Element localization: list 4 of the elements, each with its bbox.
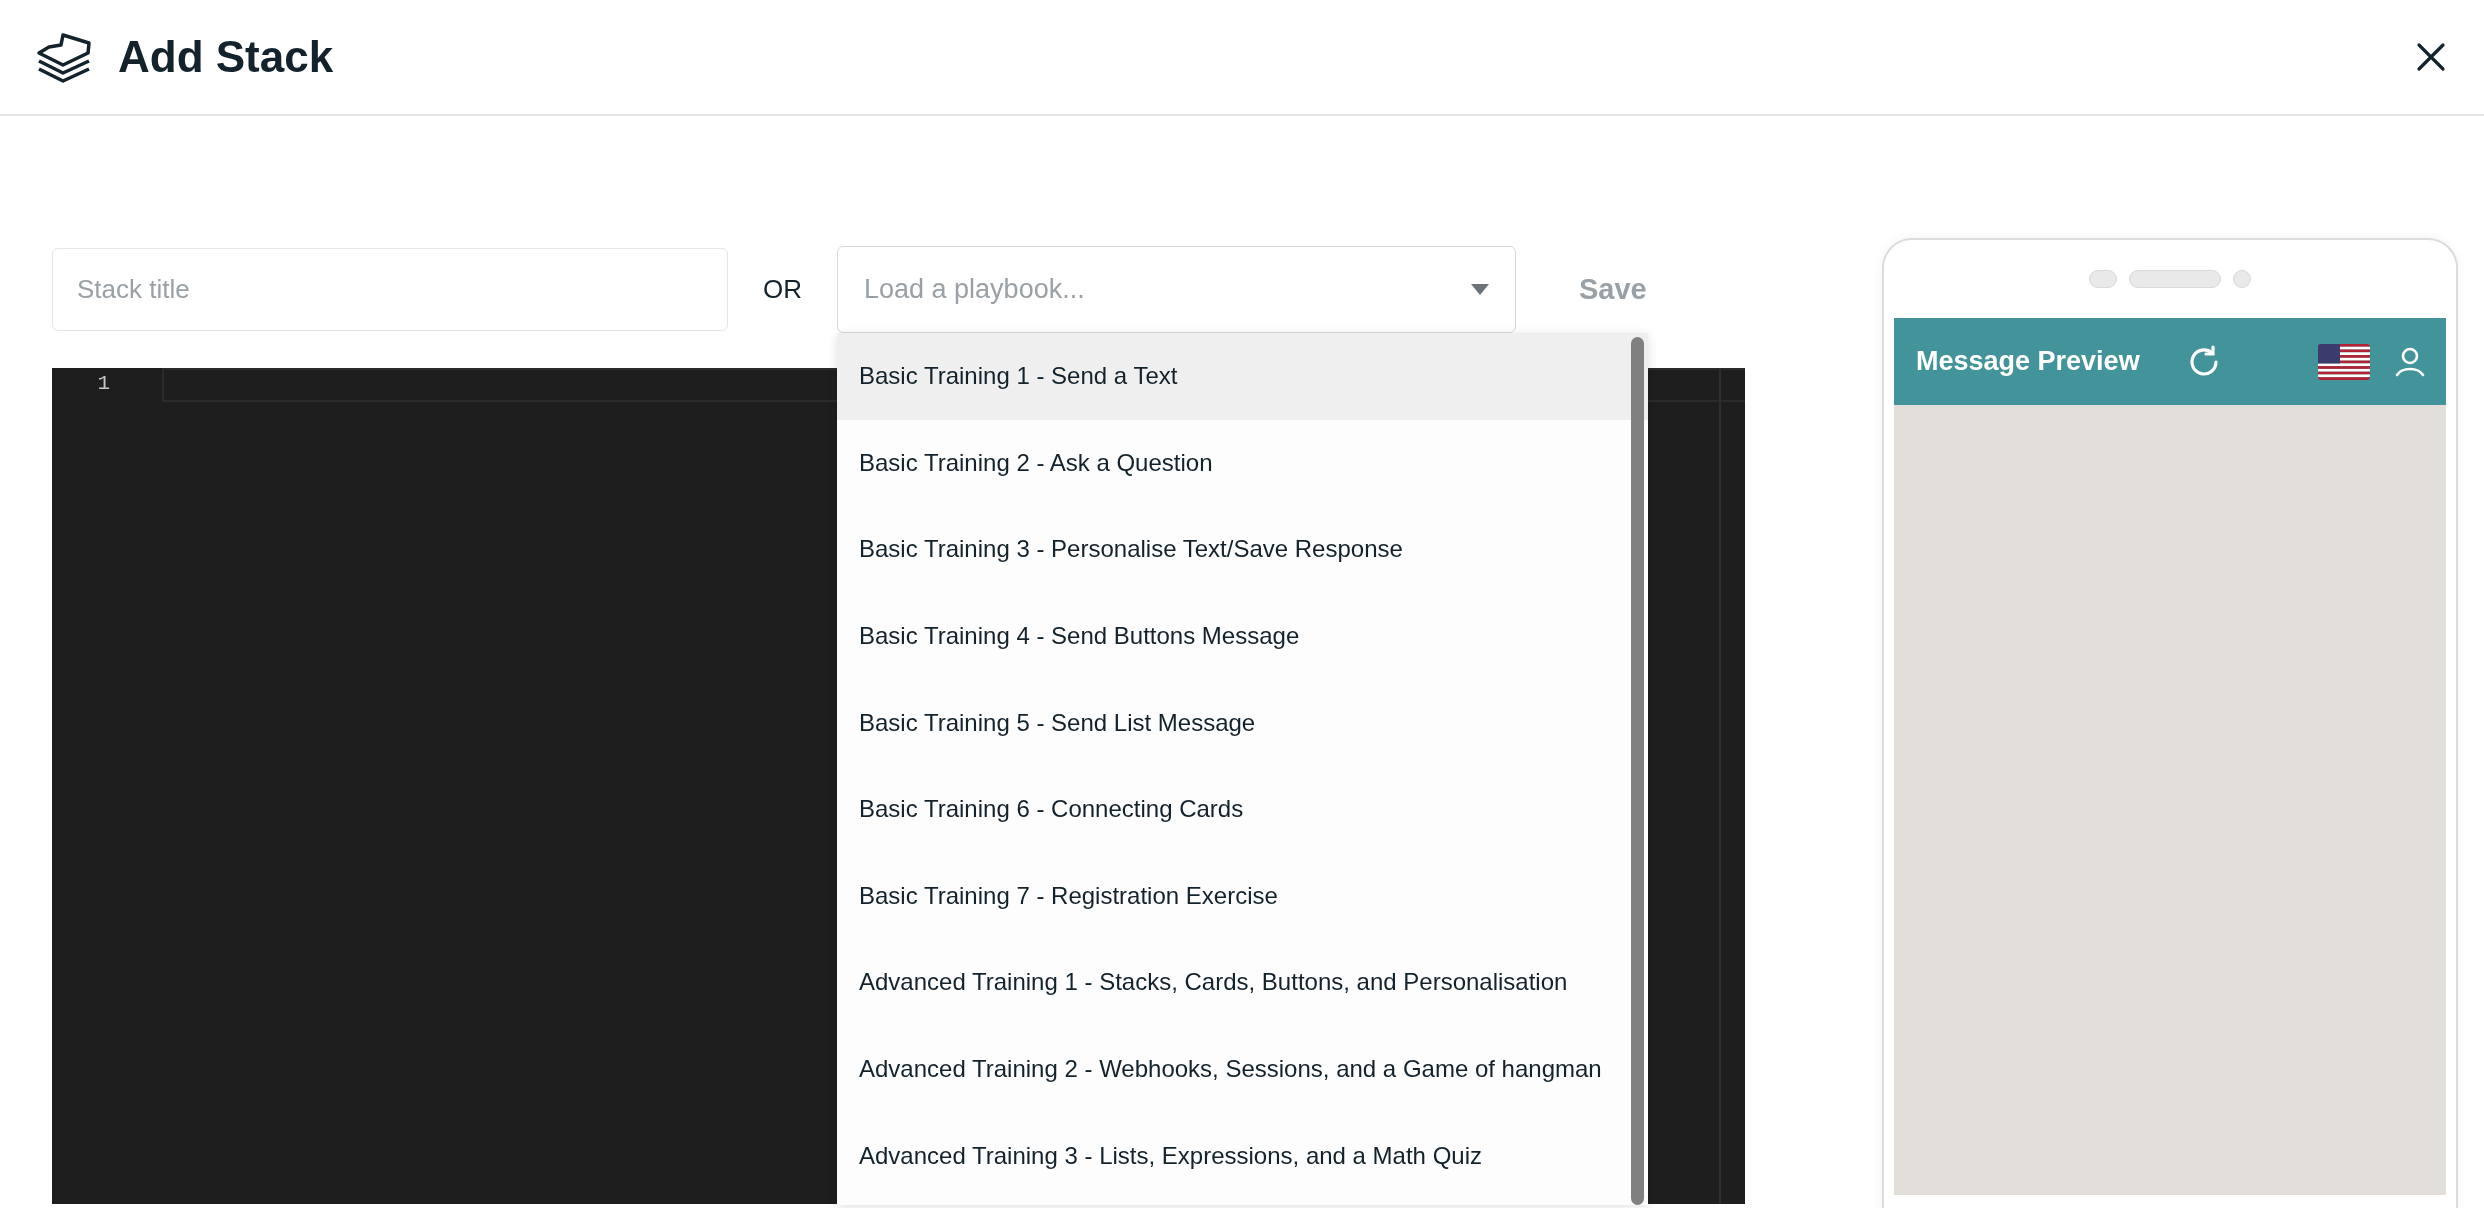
line-number: 1 [96, 371, 111, 397]
window-title: Add Stack [118, 32, 335, 82]
preview-title: Message Preview [1916, 346, 2140, 377]
separator-text: OR [762, 274, 803, 305]
